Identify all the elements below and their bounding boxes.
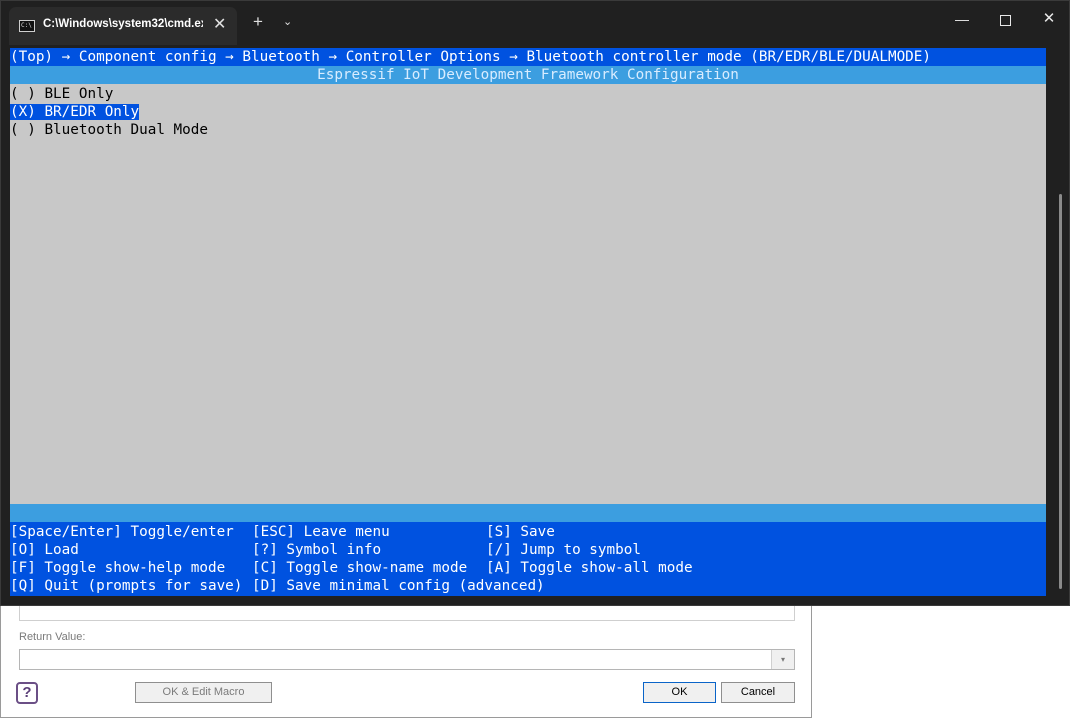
option-label: BLE Only — [44, 86, 114, 102]
key-hint: [D] Save minimal config (advanced) — [252, 578, 545, 594]
scrollbar[interactable] — [1059, 194, 1062, 589]
page-title: Espressif IoT Development Framework Conf… — [10, 66, 1046, 84]
radio-marker: ( ) — [10, 122, 36, 138]
key-hint: [C] Toggle show-name mode — [252, 560, 468, 576]
key-hint: [F] Toggle show-help mode — [10, 560, 226, 576]
terminal-window: C:\ C:\Windows\system32\cmd.exe ✕ + ⌄ — … — [0, 0, 1070, 606]
ok-button[interactable]: OK — [643, 682, 716, 703]
key-hint: [/] Jump to symbol — [486, 542, 641, 558]
key-hint: [Q] Quit (prompts for save) — [10, 578, 243, 594]
separator-bar — [10, 504, 1046, 522]
close-window-button[interactable]: ✕ — [1035, 9, 1063, 31]
breadcrumb: (Top) → Component config → Bluetooth → C… — [10, 48, 1046, 66]
tab-title: C:\Windows\system32\cmd.exe — [43, 18, 203, 30]
return-value-label: Return Value: — [19, 631, 86, 643]
key-hint: [?] Symbol info — [252, 542, 382, 558]
key-hint: [S] Save — [486, 524, 555, 540]
cancel-button[interactable]: Cancel — [721, 682, 795, 703]
key-hint: [O] Load — [10, 542, 79, 558]
maximize-icon — [1000, 15, 1011, 26]
maximize-button[interactable] — [991, 11, 1019, 31]
option-br-edr-only[interactable]: (X) BR/EDR Only — [10, 103, 1046, 121]
new-tab-icon[interactable]: + — [253, 13, 263, 31]
key-hint: [ESC] Leave menu — [252, 524, 390, 540]
option-label: Bluetooth Dual Mode — [44, 122, 208, 138]
close-tab-icon[interactable]: ✕ — [213, 14, 226, 34]
tab-cmd[interactable]: C:\ C:\Windows\system32\cmd.exe ✕ — [9, 7, 237, 45]
terminal-content[interactable]: (Top) → Component config → Bluetooth → C… — [10, 48, 1046, 596]
key-hint: [A] Toggle show-all mode — [486, 560, 693, 576]
title-bar: C:\ C:\Windows\system32\cmd.exe ✕ + ⌄ — … — [1, 1, 1069, 45]
return-value-combo[interactable]: ▾ — [19, 649, 795, 670]
chevron-down-icon[interactable]: ⌄ — [283, 15, 292, 28]
cmd-icon: C:\ — [19, 20, 35, 32]
option-bluetooth-dual-mode[interactable]: ( ) Bluetooth Dual Mode — [10, 121, 1046, 139]
help-button[interactable]: ? — [16, 682, 38, 704]
radio-marker: ( ) — [10, 86, 36, 102]
option-label: BR/EDR Only — [44, 104, 140, 120]
key-hint: [Space/Enter] Toggle/enter — [10, 524, 234, 540]
ok-edit-macro-button[interactable]: OK & Edit Macro — [135, 682, 272, 703]
option-ble-only[interactable]: ( ) BLE Only — [10, 85, 1046, 103]
minimize-button[interactable]: — — [947, 11, 977, 31]
radio-marker: (X) — [10, 104, 36, 120]
key-help-panel: [Space/Enter] Toggle/enter [O] Load [F] … — [10, 522, 1046, 596]
chevron-down-icon[interactable]: ▾ — [771, 650, 794, 669]
